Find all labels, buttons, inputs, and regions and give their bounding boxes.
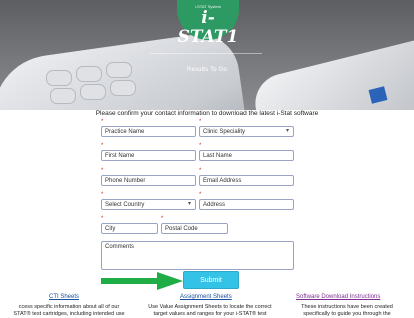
assignment-sheets-link[interactable]: Assignment Sheets — [180, 294, 232, 300]
comments-textarea[interactable]: Comments — [101, 241, 294, 270]
software-desc-line1: These instructions have been created — [301, 304, 393, 310]
divider — [150, 53, 262, 54]
hero-tagline: Results To Go — [186, 67, 228, 73]
software-download-link[interactable]: Software Download Instructions — [296, 294, 380, 300]
required-marker: * — [101, 119, 104, 125]
required-marker: * — [161, 216, 164, 222]
device-keypad — [40, 62, 170, 110]
logo-text: i-STAT1 — [177, 8, 239, 47]
cti-description: ccess specific information about all of … — [0, 304, 138, 318]
city-field[interactable]: City — [101, 223, 158, 234]
cti-desc-line2: STAT® test cartridges, including intende… — [13, 311, 125, 317]
submit-button[interactable]: Submit — [183, 271, 239, 289]
address-field[interactable]: Address — [199, 199, 294, 210]
logo-subtitle: i-STAT System — [194, 4, 222, 9]
required-marker: * — [199, 168, 202, 174]
required-marker: * — [101, 143, 104, 149]
required-marker: * — [199, 192, 202, 198]
required-marker: * — [101, 168, 104, 174]
required-marker: * — [199, 119, 202, 125]
assignment-description: Use Value Assignment Sheets to locate th… — [140, 304, 280, 318]
software-desc-line2: specifically to guide you through the — [303, 311, 391, 317]
country-select[interactable]: Select Country ▾ — [101, 199, 196, 210]
required-marker: * — [101, 192, 104, 198]
hero-banner: i-STAT System i-STAT1 Results To Go — [0, 0, 414, 110]
cti-sheets-link[interactable]: CTI Sheets — [49, 294, 79, 300]
email-field[interactable]: Email Address — [199, 175, 294, 186]
postal-code-field[interactable]: Postal Code — [161, 223, 228, 234]
chevron-down-icon: ▾ — [187, 201, 191, 207]
device-image-right — [249, 40, 414, 110]
country-value: Select Country — [105, 202, 145, 208]
istat-logo: i-STAT System i-STAT1 — [177, 0, 239, 46]
last-name-field[interactable]: Last Name — [199, 150, 294, 161]
form-intro: Please confirm your contact information … — [95, 110, 319, 117]
clinic-specialty-select[interactable]: Clinic Speciality ▾ — [199, 126, 294, 137]
assignment-desc-line1: Use Value Assignment Sheets to locate th… — [148, 304, 272, 310]
software-description: These instructions have been created spe… — [282, 304, 412, 318]
chevron-down-icon: ▾ — [285, 128, 289, 134]
required-marker: * — [199, 143, 202, 149]
phone-field[interactable]: Phone Number — [101, 175, 196, 186]
practice-name-field[interactable]: Practice Name — [101, 126, 196, 137]
first-name-field[interactable]: First Name — [101, 150, 196, 161]
required-marker: * — [101, 216, 104, 222]
cti-desc-line1: ccess specific information about all of … — [18, 304, 120, 310]
arrow-right-icon — [101, 272, 183, 290]
clinic-specialty-value: Clinic Speciality — [203, 129, 246, 135]
assignment-desc-line2: target values and ranges for your i-STAT… — [153, 311, 267, 317]
